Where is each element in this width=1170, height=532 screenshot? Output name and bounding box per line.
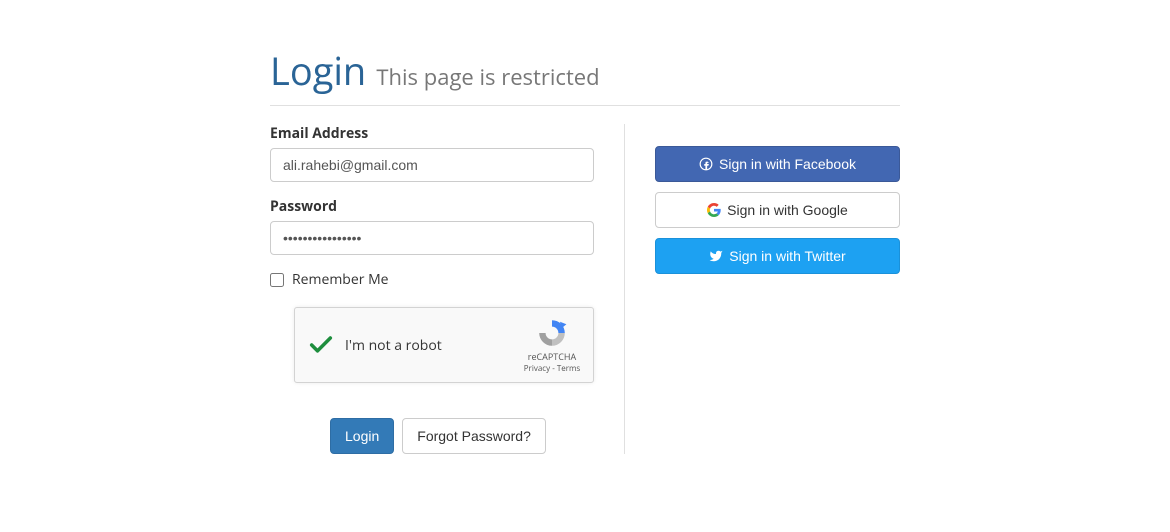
twitter-icon (709, 249, 723, 263)
password-input[interactable] (270, 221, 594, 255)
password-label: Password (270, 197, 594, 216)
recaptcha-brand: reCAPTCHA (528, 350, 576, 363)
facebook-signin-label: Sign in with Facebook (719, 156, 856, 172)
page-subtitle: This page is restricted (376, 62, 599, 92)
recaptcha-logo-icon (536, 317, 568, 349)
remember-me-checkbox[interactable] (270, 273, 284, 287)
facebook-signin-button[interactable]: Sign in with Facebook (655, 146, 900, 182)
google-icon (707, 203, 721, 217)
login-form-column: Email Address Password Remember Me (270, 124, 625, 454)
recaptcha-badge: reCAPTCHA Privacy - Terms (523, 317, 581, 374)
google-signin-label: Sign in with Google (727, 202, 848, 218)
google-signin-button[interactable]: Sign in with Google (655, 192, 900, 228)
recaptcha-terms-link[interactable]: Terms (557, 363, 580, 374)
email-input[interactable] (270, 148, 594, 182)
login-button[interactable]: Login (330, 418, 394, 454)
page-title: Login (270, 45, 366, 97)
page-header: Login This page is restricted (270, 45, 900, 106)
recaptcha-text: I'm not a robot (345, 336, 523, 355)
checkmark-icon (307, 331, 335, 359)
email-label: Email Address (270, 124, 594, 143)
recaptcha-widget[interactable]: I'm not a robot reCAPTCHA (294, 307, 594, 383)
recaptcha-privacy-link[interactable]: Privacy (524, 363, 550, 374)
social-login-column: Sign in with Facebook Sign in with Googl… (625, 124, 900, 454)
remember-me-label[interactable]: Remember Me (292, 270, 389, 289)
twitter-signin-button[interactable]: Sign in with Twitter (655, 238, 900, 274)
twitter-signin-label: Sign in with Twitter (729, 248, 845, 264)
facebook-icon (699, 157, 713, 171)
forgot-password-button[interactable]: Forgot Password? (402, 418, 546, 454)
